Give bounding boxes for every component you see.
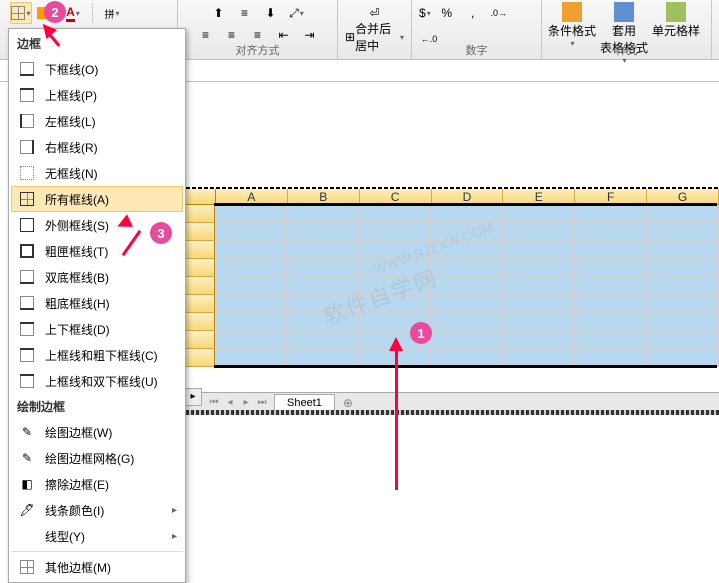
pinyin-button[interactable]: 拼▾ <box>101 2 123 24</box>
select-all-corner[interactable] <box>186 188 216 204</box>
merge-icon: ⊞ <box>345 30 355 44</box>
align-top-icon: ⬆ <box>213 6 223 20</box>
menu-other-border[interactable]: 其他边框(M) <box>11 554 183 580</box>
percent-button[interactable]: % <box>436 2 458 24</box>
eraser-icon: ◧ <box>17 476 37 492</box>
menu-top-thick-bottom-border[interactable]: 上框线和粗下框线(C) <box>11 342 183 368</box>
indent-decrease-icon: ⇤ <box>278 28 288 42</box>
menu-header-border: 边框 <box>11 31 183 56</box>
col-header[interactable]: D <box>432 188 504 204</box>
col-header[interactable]: A <box>216 188 288 204</box>
align-top-button[interactable]: ⬆ <box>208 2 230 24</box>
align-middle-button[interactable]: ≡ <box>234 2 256 24</box>
menu-erase-border[interactable]: ◧擦除边框(E) <box>11 471 183 497</box>
horizontal-scrollbar[interactable] <box>186 410 719 415</box>
menu-no-border[interactable]: 无框线(N) <box>11 160 183 186</box>
comma-button[interactable]: , <box>462 2 484 24</box>
menu-header-draw: 绘制边框 <box>11 394 183 419</box>
col-header[interactable]: G <box>647 188 719 204</box>
spreadsheet-area: A B C D E F G ▸ ⏮ ◂ ▸ ⏭ S <box>186 82 719 561</box>
selection-marquee <box>186 187 719 189</box>
pen-color-icon: 🖊 <box>17 502 37 518</box>
align-middle-icon: ≡ <box>241 6 248 20</box>
style-group-label: 样式 <box>542 42 711 58</box>
number-group-label: 数字 <box>412 42 541 58</box>
submenu-arrow-icon: ▸ <box>172 505 177 516</box>
number-format-button[interactable]: $▾ <box>418 2 432 24</box>
menu-all-borders[interactable]: 所有框线(A) <box>11 186 183 212</box>
sheet-tabs-bar: ▸ ⏮ ◂ ▸ ⏭ Sheet1 ⊕ <box>186 392 719 412</box>
tab-nav-next[interactable]: ▸ <box>238 395 254 411</box>
comma-icon: , <box>471 6 474 20</box>
wrap-icon: ⏎ <box>369 6 379 20</box>
annotation-marker-3: 3 <box>150 222 172 244</box>
add-sheet-button[interactable]: ⊕ <box>339 396 357 410</box>
chevron-down-icon: ▾ <box>26 9 30 18</box>
menu-right-border[interactable]: 右框线(R) <box>11 134 183 160</box>
menu-top-double-bottom-border[interactable]: 上框线和双下框线(U) <box>11 368 183 394</box>
tab-nav-first[interactable]: ⏮ <box>206 395 222 411</box>
col-header[interactable]: B <box>288 188 360 204</box>
submenu-arrow-icon: ▸ <box>172 531 177 542</box>
align-right-icon: ≡ <box>254 28 261 42</box>
border-dropdown-button[interactable]: ▾ <box>10 2 32 24</box>
align-bottom-button[interactable]: ⬇ <box>260 2 282 24</box>
align-bottom-icon: ⬇ <box>265 6 275 20</box>
menu-top-border[interactable]: 上框线(P) <box>11 82 183 108</box>
currency-icon: $ <box>419 6 426 20</box>
col-header[interactable]: C <box>360 188 432 204</box>
cell-grid[interactable] <box>186 205 719 367</box>
menu-left-border[interactable]: 左框线(L) <box>11 108 183 134</box>
scroll-right-button[interactable]: ▸ <box>184 388 202 406</box>
col-header[interactable]: E <box>503 188 575 204</box>
menu-line-style[interactable]: 线型(Y)▸ <box>11 523 183 549</box>
cond-format-icon <box>562 2 582 22</box>
pinyin-icon: 拼 <box>104 6 114 21</box>
align-group-label: 对齐方式 <box>178 42 337 58</box>
cell-style-button[interactable]: 单元格样 <box>652 2 700 39</box>
orientation-icon: ⤢ <box>289 6 299 21</box>
annotation-arrow-1 <box>395 340 398 490</box>
increase-decimal-button[interactable]: .0→ <box>488 2 510 24</box>
annotation-marker-2: 2 <box>44 1 66 23</box>
menu-thick-bottom-border[interactable]: 粗底框线(H) <box>11 290 183 316</box>
tab-nav-prev[interactable]: ◂ <box>222 395 238 411</box>
percent-icon: % <box>441 6 452 20</box>
menu-draw-grid[interactable]: ✎绘图边框网格(G) <box>11 445 183 471</box>
merge-center-button[interactable]: ⊞合并后居中▾ <box>344 26 405 48</box>
border-dropdown-menu: 边框 下框线(O) 上框线(P) 左框线(L) 右框线(R) 无框线(N) 所有… <box>8 28 186 583</box>
menu-top-bottom-border[interactable]: 上下框线(D) <box>11 316 183 342</box>
pencil-grid-icon: ✎ <box>17 450 37 466</box>
border-icon <box>11 6 25 20</box>
menu-double-bottom-border[interactable]: 双底框线(B) <box>11 264 183 290</box>
orientation-button[interactable]: ⤢▾ <box>286 2 308 24</box>
table-format-icon <box>614 2 634 22</box>
cell-style-icon <box>666 2 686 22</box>
align-left-icon: ≡ <box>202 28 209 42</box>
menu-bottom-border[interactable]: 下框线(O) <box>11 56 183 82</box>
annotation-marker-1: 1 <box>410 322 432 344</box>
indent-increase-icon: ⇥ <box>304 28 314 42</box>
menu-line-color[interactable]: 🖊线条颜色(I)▸ <box>11 497 183 523</box>
menu-draw-border[interactable]: ✎绘图边框(W) <box>11 419 183 445</box>
increase-decimal-icon: .0→ <box>490 8 507 18</box>
sheet-tab[interactable]: Sheet1 <box>274 394 335 411</box>
col-header[interactable]: F <box>575 188 647 204</box>
tab-nav-last[interactable]: ⏭ <box>254 395 270 411</box>
align-center-icon: ≡ <box>228 28 235 42</box>
pencil-icon: ✎ <box>17 424 37 440</box>
